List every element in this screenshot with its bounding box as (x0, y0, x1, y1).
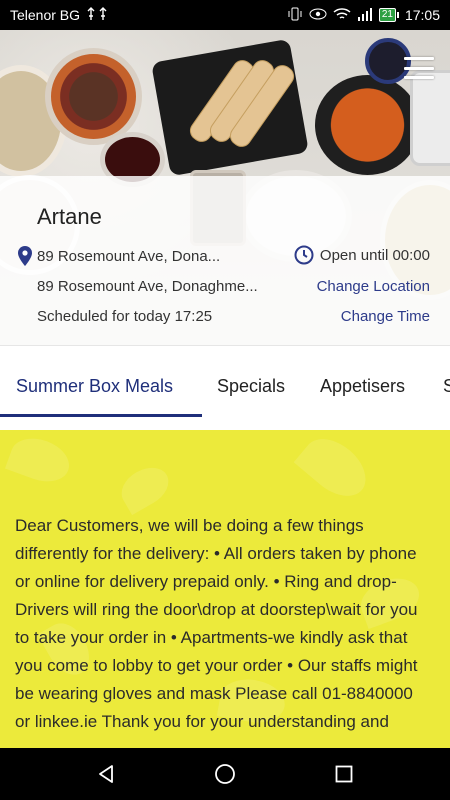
eye-icon (309, 7, 327, 23)
clock-time: 17:05 (404, 7, 440, 23)
hamburger-menu-icon[interactable] (404, 57, 434, 79)
clock-icon (294, 245, 314, 265)
wifi-icon (333, 7, 351, 24)
system-navigation-bar (0, 748, 450, 800)
signal-icon (357, 7, 373, 24)
vibrate-icon (287, 7, 303, 24)
status-bar-left: Telenor BG (10, 6, 110, 24)
store-address-row: 89 Rosemount Ave, Dona... (17, 245, 220, 267)
usb-icon (86, 6, 110, 24)
tab-summer-box-meals[interactable]: Summer Box Meals (16, 376, 173, 397)
store-address: 89 Rosemount Ave, Dona... (37, 247, 221, 265)
category-tabs: Summer Box Meals Specials Appetisers S (0, 345, 450, 431)
status-bar-right: 21 17:05 (287, 7, 440, 24)
opening-hours: Open until 00:00 (294, 245, 430, 265)
notice-text: Dear Customers, we will be doing a few t… (15, 516, 418, 731)
active-tab-indicator (0, 414, 202, 417)
change-location-link[interactable]: Change Location (317, 278, 430, 295)
battery-level: 21 (378, 8, 396, 22)
back-icon[interactable] (93, 761, 119, 787)
change-time-link[interactable]: Change Time (341, 308, 430, 325)
scheduled-time: Scheduled for today 17:25 (37, 308, 213, 325)
tab-specials[interactable]: Specials (217, 376, 285, 397)
battery-icon: 21 (378, 8, 399, 22)
tab-next[interactable]: S (443, 376, 450, 397)
tab-appetisers[interactable]: Appetisers (320, 376, 405, 397)
opening-hours-text: Open until 00:00 (319, 246, 430, 264)
store-info-panel: Artane 89 Rosemount Ave, Dona... Open un… (0, 176, 450, 345)
recents-icon[interactable] (331, 761, 357, 787)
customer-notice: Dear Customers, we will be doing a few t… (0, 430, 450, 748)
status-bar: Telenor BG 21 17:05 (0, 0, 450, 30)
location-pin-icon (17, 245, 33, 267)
carrier-label: Telenor BG (10, 7, 81, 23)
delivery-address: 89 Rosemount Ave, Donaghme... (37, 278, 258, 295)
home-icon[interactable] (212, 761, 238, 787)
store-name: Artane (37, 204, 102, 229)
